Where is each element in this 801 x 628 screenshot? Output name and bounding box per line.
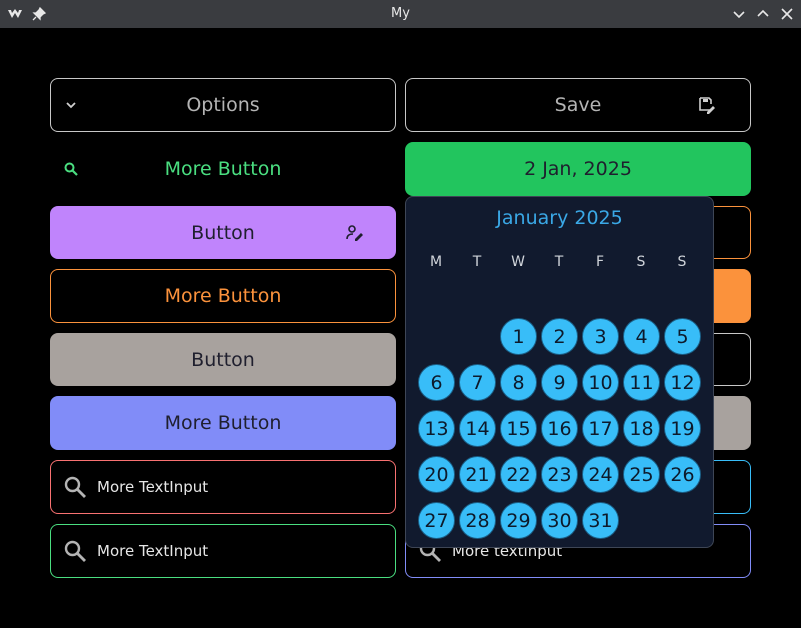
text-input-red[interactable]: More TextInput	[50, 460, 396, 514]
user-edit-icon	[346, 224, 364, 241]
day-cell[interactable]: 5	[664, 318, 701, 355]
save-button[interactable]: Save	[405, 78, 751, 132]
weekday-label: S	[677, 254, 687, 270]
search-icon	[63, 475, 87, 499]
weekday-label: M	[429, 254, 443, 270]
options-button[interactable]: Options	[50, 78, 396, 132]
search-icon	[63, 539, 87, 563]
more-button-green[interactable]: More Button	[50, 142, 396, 196]
day-cell[interactable]: 30	[541, 502, 578, 539]
month-label[interactable]: January 2025	[406, 207, 713, 229]
day-cell[interactable]: 9	[541, 364, 578, 401]
day-cell[interactable]: 23	[541, 456, 578, 493]
save-button-label: Save	[554, 94, 602, 116]
chevron-down-icon	[65, 99, 77, 111]
maximize-chevron-icon[interactable]	[755, 6, 771, 22]
search-icon	[64, 162, 78, 176]
text-input-green-placeholder: More TextInput	[97, 542, 209, 560]
date-picker-popup: January 2025 MTWTFSS 1 2 3 4 5 6 7 8 9 10 11 12 13 14…	[405, 196, 714, 548]
day-cell[interactable]: 14	[459, 410, 496, 447]
day-cell[interactable]: 12	[664, 364, 701, 401]
day-cell[interactable]: 11	[623, 364, 660, 401]
day-cell[interactable]: 10	[582, 364, 619, 401]
text-input-red-placeholder: More TextInput	[97, 478, 209, 496]
day-cell[interactable]: 26	[664, 456, 701, 493]
text-input-green[interactable]: More TextInput	[50, 524, 396, 578]
day-cell[interactable]: 20	[418, 456, 455, 493]
weekday-label: T	[472, 254, 482, 270]
close-icon[interactable]	[779, 6, 795, 22]
save-edit-icon	[698, 96, 716, 114]
day-cell[interactable]: 13	[418, 410, 455, 447]
day-cell[interactable]: 17	[582, 410, 619, 447]
weekday-label: W	[511, 254, 525, 270]
weekday-label: F	[595, 254, 605, 270]
day-cell[interactable]: 25	[623, 456, 660, 493]
day-cell[interactable]: 15	[500, 410, 537, 447]
purple-button[interactable]: Button	[50, 206, 396, 259]
minimize-chevron-icon[interactable]	[731, 6, 747, 22]
date-picker-button[interactable]: 2 Jan, 2025	[405, 142, 751, 196]
day-cell[interactable]: 22	[500, 456, 537, 493]
more-button-blue[interactable]: More Button	[50, 396, 396, 450]
weekday-label: S	[636, 254, 646, 270]
day-cell[interactable]: 3	[582, 318, 619, 355]
gray-button[interactable]: Button	[50, 333, 396, 386]
day-cell[interactable]: 28	[459, 502, 496, 539]
weekday-label: T	[554, 254, 564, 270]
day-cell[interactable]: 8	[500, 364, 537, 401]
purple-button-label: Button	[191, 221, 255, 244]
more-button-green-label: More Button	[164, 158, 282, 180]
more-button-orange[interactable]: More Button	[50, 269, 396, 323]
day-cell[interactable]: 21	[459, 456, 496, 493]
day-cell[interactable]: 24	[582, 456, 619, 493]
day-cell[interactable]: 27	[418, 502, 455, 539]
day-cell[interactable]: 31	[582, 502, 619, 539]
day-cell[interactable]: 19	[664, 410, 701, 447]
day-cell[interactable]: 18	[623, 410, 660, 447]
date-picker-button-label: 2 Jan, 2025	[524, 158, 632, 180]
title-bar: My	[0, 0, 801, 28]
window-title: My	[391, 6, 410, 21]
day-cell[interactable]: 16	[541, 410, 578, 447]
day-cell[interactable]: 1	[500, 318, 537, 355]
day-cell[interactable]: 4	[623, 318, 660, 355]
day-cell[interactable]: 6	[418, 364, 455, 401]
day-cell[interactable]: 29	[500, 502, 537, 539]
more-button-orange-label: More Button	[164, 285, 282, 307]
day-cell[interactable]: 2	[541, 318, 578, 355]
gray-button-label: Button	[191, 348, 255, 371]
options-button-label: Options	[186, 94, 260, 116]
day-cell[interactable]: 7	[459, 364, 496, 401]
more-button-blue-label: More Button	[164, 412, 282, 434]
